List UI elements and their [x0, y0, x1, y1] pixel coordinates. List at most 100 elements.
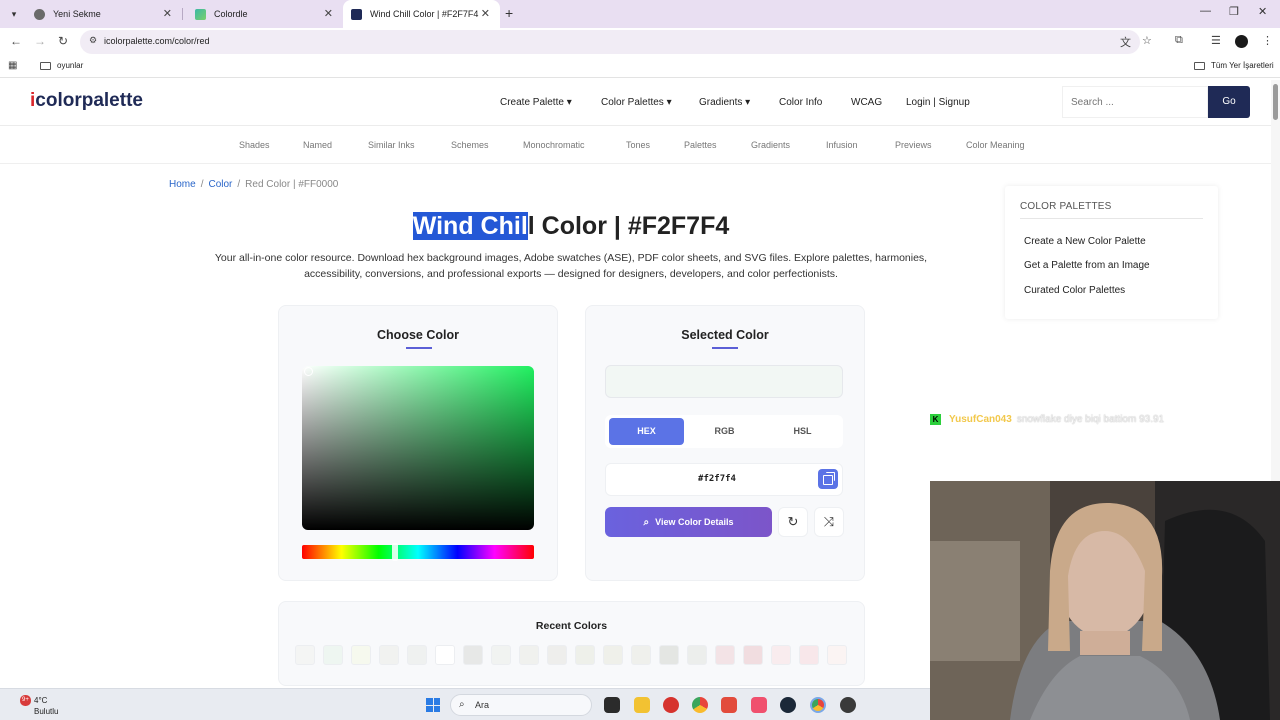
search-input[interactable]	[1063, 87, 1207, 117]
recent-color-swatch[interactable]	[463, 645, 483, 665]
recent-color-swatch[interactable]	[631, 645, 651, 665]
recent-color-swatch[interactable]	[827, 645, 847, 665]
recent-color-swatch[interactable]	[687, 645, 707, 665]
chrome-active-icon[interactable]	[810, 697, 826, 713]
taskbar-search[interactable]: ⌕ Ara	[450, 694, 592, 716]
forward-icon[interactable]: →	[34, 34, 46, 48]
recent-color-swatch[interactable]	[743, 645, 763, 665]
subnav-infusion[interactable]: Infusion	[826, 140, 858, 150]
copy-icon[interactable]	[818, 469, 838, 489]
site-logo[interactable]: icolorpalette	[30, 90, 143, 112]
recent-color-swatch[interactable]	[379, 645, 399, 665]
recent-color-swatch[interactable]	[659, 645, 679, 665]
close-tab-icon[interactable]: ✕	[163, 7, 172, 20]
apps-grid-icon[interactable]: ▦	[8, 60, 17, 71]
refresh-icon[interactable]: ↻	[778, 507, 808, 537]
subnav-shades[interactable]: Shades	[239, 140, 270, 150]
nav-color-info[interactable]: Color Info	[779, 97, 822, 108]
extensions-icon[interactable]: ⧉	[1175, 34, 1183, 47]
tab-title: Yeni Sekme	[53, 9, 101, 19]
site-info-icon[interactable]: ⚙	[89, 35, 97, 46]
tab-rgb[interactable]: RGB	[687, 418, 762, 445]
recent-color-swatch[interactable]	[491, 645, 511, 665]
shuffle-icon[interactable]: ⤨	[814, 507, 844, 537]
saturation-value-picker[interactable]	[302, 366, 534, 530]
nav-wcag[interactable]: WCAG	[851, 97, 882, 108]
windows-start-icon[interactable]	[426, 698, 440, 712]
breadcrumb-color[interactable]: Color	[208, 179, 232, 190]
new-tab-icon[interactable]: +	[505, 5, 513, 21]
tab-search-dropdown-icon[interactable]: ▾	[6, 6, 22, 22]
hex-value-field[interactable]: #f2f7f4	[605, 463, 843, 496]
task-view-icon[interactable]	[604, 697, 620, 713]
minimize-icon[interactable]: —	[1200, 5, 1211, 17]
recent-color-swatch[interactable]	[715, 645, 735, 665]
close-tab-icon[interactable]: ✕	[481, 7, 490, 20]
hue-slider-thumb[interactable]	[392, 543, 398, 561]
selected-color-preview	[605, 365, 843, 398]
nav-gradients[interactable]: Gradients ▾	[699, 97, 750, 108]
color-subnav: Shades Named Similar Inks Schemes Monoch…	[0, 127, 1280, 164]
close-tab-icon[interactable]: ✕	[324, 7, 333, 20]
recent-color-swatch[interactable]	[323, 645, 343, 665]
colordle-favicon-icon	[195, 8, 206, 20]
notification-badge: 9+	[20, 695, 31, 706]
recent-color-swatch[interactable]	[295, 645, 315, 665]
nav-color-palettes[interactable]: Color Palettes ▾	[601, 97, 672, 108]
view-color-details-button[interactable]: ⌕ View Color Details	[605, 507, 772, 537]
subnav-schemes[interactable]: Schemes	[451, 140, 489, 150]
weather-desc: Bulutlu	[34, 707, 59, 716]
app-icon-red[interactable]	[663, 697, 679, 713]
recent-color-swatch[interactable]	[407, 645, 427, 665]
music-app-icon[interactable]	[751, 697, 767, 713]
restore-icon[interactable]: ❐	[1229, 5, 1239, 18]
reading-list-icon[interactable]: ☰	[1211, 34, 1221, 47]
back-icon[interactable]: ←	[10, 34, 22, 48]
bookmark-folder-oyunlar[interactable]: oyunlar	[40, 61, 83, 70]
recent-color-swatch[interactable]	[519, 645, 539, 665]
nav-login-signup[interactable]: Login | Signup	[906, 97, 970, 108]
menu-kebab-icon[interactable]: ⋮	[1262, 34, 1273, 47]
search-go-button[interactable]: Go	[1208, 86, 1250, 118]
recent-color-swatch[interactable]	[575, 645, 595, 665]
close-window-icon[interactable]: ✕	[1258, 5, 1267, 18]
breadcrumb-home[interactable]: Home	[169, 179, 196, 190]
browser-tab[interactable]: Yeni Sekme ✕	[22, 0, 182, 28]
subnav-previews[interactable]: Previews	[895, 140, 932, 150]
recent-color-swatch[interactable]	[547, 645, 567, 665]
nav-create-palette[interactable]: Create Palette ▾	[500, 97, 572, 108]
scrollbar-thumb[interactable]	[1273, 84, 1278, 120]
recent-color-swatch[interactable]	[799, 645, 819, 665]
subnav-gradients[interactable]: Gradients	[751, 140, 790, 150]
all-bookmarks-folder[interactable]: Tüm Yer İşaretleri	[1194, 61, 1274, 70]
app-icon-dark[interactable]	[840, 697, 856, 713]
sidebar-link-create-palette[interactable]: Create a New Color Palette	[1024, 236, 1146, 247]
subnav-tones[interactable]: Tones	[626, 140, 650, 150]
app-icon-bolt[interactable]	[721, 697, 737, 713]
tab-hex[interactable]: HEX	[609, 418, 684, 445]
recent-color-swatch[interactable]	[603, 645, 623, 665]
subnav-palettes[interactable]: Palettes	[684, 140, 717, 150]
file-explorer-icon[interactable]	[634, 697, 650, 713]
subnav-monochromatic[interactable]: Monochromatic	[523, 140, 585, 150]
address-bar[interactable]: ⚙ icolorpalette.com/color/red	[80, 30, 1140, 54]
subnav-similar-inks[interactable]: Similar Inks	[368, 140, 415, 150]
reload-icon[interactable]: ↻	[58, 34, 68, 48]
recent-color-swatch[interactable]	[771, 645, 791, 665]
bookmark-star-icon[interactable]: ☆	[1142, 34, 1152, 47]
hue-slider[interactable]	[302, 545, 534, 559]
recent-color-swatch[interactable]	[351, 645, 371, 665]
sidebar-link-palette-from-image[interactable]: Get a Palette from an Image	[1024, 260, 1150, 271]
translate-icon[interactable]: 文	[1120, 34, 1131, 50]
browser-tab[interactable]: Colordle ✕	[183, 0, 343, 28]
subnav-color-meaning[interactable]: Color Meaning	[966, 140, 1025, 150]
profile-avatar[interactable]	[1235, 35, 1248, 48]
browser-tab-active[interactable]: Wind Chill Color | #F2F7F4 ✕	[343, 0, 500, 28]
subnav-named[interactable]: Named	[303, 140, 332, 150]
chrome-icon[interactable]	[692, 697, 708, 713]
tab-hsl[interactable]: HSL	[765, 418, 840, 445]
picker-cursor[interactable]	[304, 367, 313, 376]
steam-icon[interactable]	[780, 697, 796, 713]
sidebar-link-curated-palettes[interactable]: Curated Color Palettes	[1024, 285, 1125, 296]
recent-color-swatch[interactable]	[435, 645, 455, 665]
